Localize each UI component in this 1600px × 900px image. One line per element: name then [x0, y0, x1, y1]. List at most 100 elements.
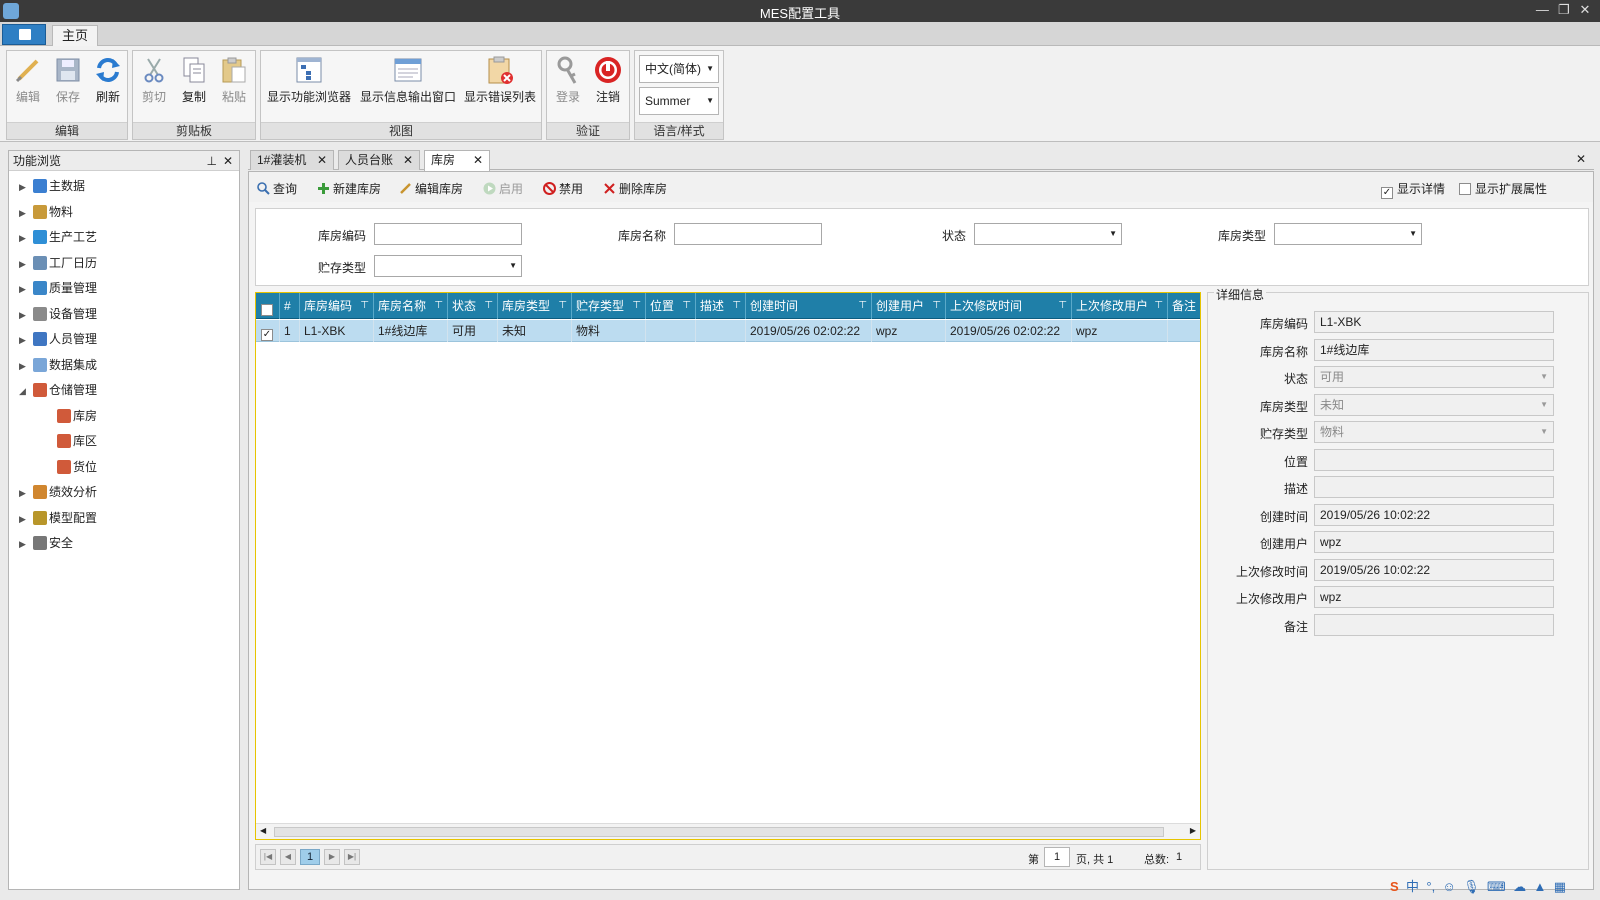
tree-item[interactable]: ▶ 物料 — [19, 201, 73, 223]
detail-field[interactable]: 未知 ▼ — [1314, 393, 1554, 416]
enable-button[interactable]: 启用 — [483, 180, 523, 197]
grid-menu-icon[interactable]: ▦ — [1554, 879, 1566, 895]
copy-button[interactable]: 复制 — [177, 55, 211, 105]
detail-field[interactable] — [1314, 613, 1554, 636]
expand-arrow-icon[interactable]: ▶ — [19, 304, 33, 326]
show-error-list-button[interactable]: 显示错误列表 — [461, 55, 539, 105]
scroll-left-icon[interactable]: ◀ — [260, 826, 266, 835]
language-select[interactable]: 中文(简体) ▼ — [639, 55, 719, 83]
tab-personnel-ledger[interactable]: 人员台账 ✕ — [338, 150, 420, 170]
tab-filling-machine[interactable]: 1#灌装机 ✕ — [250, 150, 334, 170]
tree-item[interactable]: ▶ 质量管理 — [19, 277, 97, 299]
tree-item[interactable]: ▶ 主数据 — [19, 175, 85, 197]
detail-field[interactable]: 可用 ▼ — [1314, 366, 1554, 388]
filter-icon[interactable]: ⊤ — [932, 293, 941, 319]
filter-icon[interactable]: ⊤ — [484, 293, 493, 319]
tree-item[interactable]: 库区 — [57, 430, 97, 452]
show-function-browser-button[interactable]: 显示功能浏览器 — [265, 55, 353, 105]
tree-item[interactable]: ▶ 数据集成 — [19, 354, 97, 376]
skin-icon[interactable]: ☁ — [1513, 879, 1526, 895]
detail-field[interactable]: wpz — [1314, 586, 1554, 608]
collapse-arrow-icon[interactable]: ◢ — [19, 380, 33, 402]
column-header[interactable]: 描述 ⊤ — [696, 293, 746, 319]
expand-arrow-icon[interactable]: ▶ — [19, 355, 33, 377]
close-document-icon[interactable]: ✕ — [1576, 152, 1586, 166]
tree-item[interactable]: 库房 — [57, 405, 97, 427]
edit-button[interactable]: 编辑 — [11, 55, 45, 105]
logout-button[interactable]: 注销 — [591, 55, 625, 105]
keyboard-icon[interactable]: ⌨ — [1487, 879, 1506, 895]
show-detail-checkbox[interactable]: ✓ 显示详情 — [1381, 180, 1445, 199]
close-tab-icon[interactable]: ✕ — [403, 151, 413, 170]
tab-warehouse[interactable]: 库房 ✕ — [424, 150, 490, 171]
close-panel-icon[interactable]: ✕ — [223, 151, 233, 171]
column-header[interactable]: 创建用户 ⊤ — [872, 293, 946, 319]
last-page-icon[interactable]: ▶| — [344, 849, 360, 865]
expand-arrow-icon[interactable]: ▶ — [19, 253, 33, 275]
column-header[interactable]: 库房编码 ⊤ — [300, 293, 374, 319]
tree-item[interactable]: ▶ 设备管理 — [19, 303, 97, 325]
expand-arrow-icon[interactable]: ▶ — [19, 176, 33, 198]
page-input[interactable]: 1 — [1044, 847, 1070, 867]
tab-home[interactable]: 主页 — [52, 25, 98, 46]
column-header[interactable]: 库房类型 ⊤ — [498, 293, 572, 319]
detail-field[interactable] — [1314, 476, 1554, 498]
detail-field[interactable]: 2019/05/26 10:02:22 — [1314, 558, 1554, 581]
detail-field[interactable] — [1314, 448, 1554, 471]
filter-icon[interactable]: ⊤ — [732, 293, 741, 319]
style-select[interactable]: Summer ▼ — [639, 87, 719, 115]
status-select[interactable]: ▼ — [974, 223, 1122, 245]
ime-logo[interactable]: S — [1390, 879, 1399, 894]
new-warehouse-button[interactable]: 新建库房 — [317, 180, 381, 197]
delete-warehouse-button[interactable]: 删除库房 — [603, 180, 667, 197]
ime-language[interactable]: 中 — [1406, 876, 1419, 895]
tree-item[interactable]: ▶ 安全 — [19, 532, 73, 554]
paste-button[interactable]: 粘贴 — [217, 55, 251, 105]
filter-icon[interactable]: ⊤ — [632, 293, 641, 319]
expand-arrow-icon[interactable]: ▶ — [19, 508, 33, 530]
expand-arrow-icon[interactable]: ▶ — [19, 202, 33, 224]
close-tab-icon[interactable]: ✕ — [473, 151, 483, 170]
column-header[interactable]: 贮存类型 ⊤ — [572, 293, 646, 319]
filter-icon[interactable]: ⊤ — [434, 293, 443, 319]
filter-icon[interactable]: ⊤ — [558, 293, 567, 319]
scroll-right-icon[interactable]: ▶ — [1190, 826, 1196, 835]
storage-type-select[interactable]: ▼ — [374, 255, 522, 277]
column-header[interactable]: 上次修改时间 ⊤ — [946, 293, 1072, 319]
tree-item[interactable]: ▶ 模型配置 — [19, 507, 97, 529]
code-input[interactable] — [374, 223, 522, 245]
next-page-icon[interactable]: ▶ — [324, 849, 340, 865]
restore-button[interactable]: ❐ — [1555, 2, 1573, 18]
query-button[interactable]: 查询 — [257, 180, 297, 197]
table-row[interactable]: ✓ 1 L1-XBK 1#线边库 可用 未知 物料 2019/05/26 02:02:22 w… — [256, 320, 1208, 342]
expand-arrow-icon[interactable]: ▶ — [19, 482, 33, 504]
row-checkbox[interactable]: ✓ — [256, 320, 280, 342]
close-tab-icon[interactable]: ✕ — [317, 151, 327, 170]
column-header[interactable]: 状态 ⊤ — [448, 293, 498, 319]
minimize-button[interactable]: — — [1533, 2, 1551, 17]
filter-icon[interactable]: ⊤ — [1058, 293, 1067, 319]
column-header[interactable]: 上次修改用户 ⊤ — [1072, 293, 1168, 319]
detail-field[interactable]: 2019/05/26 10:02:22 — [1314, 503, 1554, 526]
column-header[interactable]: # — [280, 293, 300, 319]
show-extended-attributes-checkbox[interactable]: 显示扩展属性 — [1459, 180, 1547, 197]
horizontal-scrollbar[interactable]: ◀ ▶ — [256, 823, 1200, 839]
column-header[interactable]: 位置 ⊤ — [646, 293, 696, 319]
emoji-icon[interactable]: ☺ — [1443, 879, 1456, 894]
scrollbar-thumb[interactable] — [274, 827, 1164, 837]
shirt-icon[interactable]: ▲ — [1533, 879, 1546, 894]
tree-item[interactable]: ▶ 绩效分析 — [19, 481, 97, 503]
tree-item[interactable]: ◢ 仓储管理 — [19, 379, 97, 401]
prev-page-icon[interactable]: ◀ — [280, 849, 296, 865]
cut-button[interactable]: 剪切 — [137, 55, 171, 105]
tree-item[interactable]: 货位 — [57, 456, 97, 478]
column-header[interactable]: 创建时间 ⊤ — [746, 293, 872, 319]
column-header[interactable]: 库房名称 ⊤ — [374, 293, 448, 319]
filter-icon[interactable]: ⊤ — [1154, 293, 1163, 319]
select-all-checkbox[interactable]: ✓ — [256, 293, 280, 319]
close-button[interactable]: ✕ — [1576, 2, 1594, 18]
application-menu-button[interactable] — [2, 24, 46, 45]
detail-field[interactable]: 1#线边库 — [1314, 338, 1554, 361]
detail-field[interactable]: 物料 ▼ — [1314, 421, 1554, 443]
save-button[interactable]: 保存 — [51, 55, 85, 105]
